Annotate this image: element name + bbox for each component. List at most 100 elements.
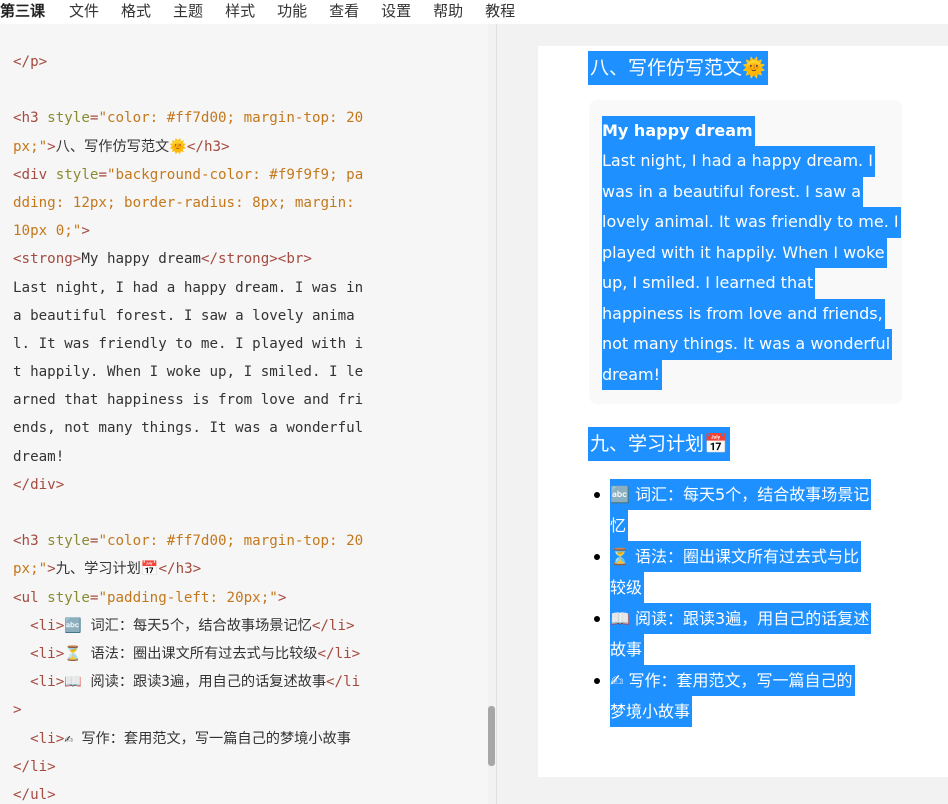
story-line: happiness is from love and friends, — [602, 298, 885, 329]
menu-settings[interactable]: 设置 — [381, 2, 411, 20]
bullet-icon — [594, 678, 600, 684]
code-line: <li>⏳ 语法：圈出课文所有过去式与比较级</li> — [13, 640, 457, 668]
code-line: <div style="background-color: #f9f9f9; p… — [13, 161, 457, 189]
code-line: dream! — [13, 443, 457, 471]
code-line: <h3 style="color: #ff7d00; margin-top: 2… — [13, 104, 457, 132]
code-token: ends, not many things. It was a wonderfu… — [13, 420, 364, 437]
code-line: </p> — [13, 48, 457, 76]
heading-plan: 九、学习计划📅 — [588, 427, 730, 461]
code-token: </p> — [13, 54, 48, 70]
code-line: Last night, I had a happy dream. I was i… — [13, 274, 457, 302]
code-line: a beautiful forest. I saw a lovely anima — [13, 302, 457, 330]
code-token: <li> — [30, 645, 65, 662]
code-token: Last night, I had a happy dream. I was i… — [13, 279, 364, 296]
bullet-icon — [594, 554, 600, 560]
menu-style[interactable]: 样式 — [225, 2, 255, 20]
menu-help[interactable]: 帮助 — [433, 2, 463, 20]
code-token: > — [47, 561, 56, 578]
code-token: <div — [13, 166, 56, 183]
code-line: px;">八、写作仿写范文🌞</h3> — [13, 133, 457, 161]
code-line: px;">九、学习计划📅</h3> — [13, 555, 457, 583]
code-token: dding: 12px; border-radius: 8px; margin: — [13, 194, 355, 211]
plan-item-text: 忆 — [610, 510, 629, 541]
code-token: > — [13, 702, 22, 719]
code-line: </div> — [13, 471, 457, 499]
code-line: </ul> — [13, 781, 457, 804]
story-line: was in a beautiful forest. I saw a — [602, 176, 864, 207]
code-token: "background-color: #f9f9f9; pa — [106, 166, 364, 183]
plan-item-text: 🔤 词汇：每天5个，结合故事场景记 — [610, 479, 872, 510]
code-token: style — [47, 533, 90, 550]
code-token: arned that happiness is from love and fr… — [13, 392, 364, 409]
code-token: <li> — [30, 617, 65, 634]
story-line: up, I smiled. I learned that — [602, 268, 816, 299]
code-token: "color: #ff7d00; margin-top: 20 — [98, 533, 364, 550]
code-token: </div> — [13, 476, 65, 493]
code-token: 🔤 词汇：每天5个，结合故事场景记忆 — [64, 617, 312, 634]
code-line: dding: 12px; border-radius: 8px; margin: — [13, 189, 457, 217]
code-token: > — [47, 138, 56, 155]
code-token: px;" — [13, 561, 48, 578]
code-area[interactable]: </p> <h3 style="color: #ff7d00; margin-to… — [13, 48, 457, 804]
code-line: <li>✍ 写作：套用范文，写一篇自己的梦境小故事 — [13, 725, 457, 753]
code-token: > — [277, 589, 287, 606]
code-token: <h3 — [13, 110, 48, 127]
plan-item-text: ⏳ 语法：圈出课文所有过去式与比 — [610, 541, 862, 572]
source-editor[interactable]: </p> <h3 style="color: #ff7d00; margin-to… — [0, 24, 488, 804]
code-token: </strong><br> — [200, 251, 312, 268]
code-token: dream! — [13, 448, 65, 465]
code-line: <li>🔤 词汇：每天5个，结合故事场景记忆</li> — [13, 612, 457, 640]
code-token: </li> — [311, 617, 355, 634]
code-line: t happily. When I woke up, I smiled. I l… — [13, 358, 457, 386]
code-token: a beautiful forest. I saw a lovely anima — [13, 307, 355, 324]
code-token: ⏳ 语法：圈出课文所有过去式与比较级 — [64, 645, 318, 662]
story-line: dream! — [602, 359, 663, 390]
menu-features[interactable]: 功能 — [277, 2, 307, 20]
code-token: t happily. When I woke up, I smiled. I l… — [13, 364, 364, 381]
document-title: 第三课 — [0, 2, 46, 20]
menu-file[interactable]: 文件 — [69, 2, 99, 20]
heading-writing: 八、写作仿写范文🌞 — [588, 51, 768, 85]
plan-item-text: 较级 — [610, 572, 645, 603]
story-line: played with it happily. When I woke — [602, 237, 887, 268]
code-token: <li> — [30, 674, 65, 691]
code-token: </h3> — [158, 561, 202, 578]
code-line: <h3 style="color: #ff7d00; margin-top: 2… — [13, 527, 457, 555]
menu-view[interactable]: 查看 — [329, 2, 359, 20]
editor-scrollbar[interactable] — [488, 24, 496, 804]
code-token: style — [47, 110, 90, 127]
code-token: 10px 0;" — [13, 223, 82, 240]
menu-theme[interactable]: 主题 — [173, 2, 203, 20]
story-title: My happy dream — [602, 116, 755, 147]
code-token: <ul — [13, 589, 48, 606]
code-token: </ul> — [13, 786, 56, 803]
code-token: 九、学习计划📅 — [55, 561, 159, 578]
code-token: "color: #ff7d00; margin-top: 20 — [98, 110, 364, 127]
code-token: <strong> — [13, 251, 82, 268]
code-token: </h3> — [186, 138, 230, 155]
code-token: px;" — [13, 138, 48, 155]
code-line: </li> — [13, 753, 457, 781]
story-line: not many things. It was a wonderful — [602, 329, 893, 360]
menu-format[interactable]: 格式 — [121, 2, 151, 20]
code-token: style — [47, 589, 90, 606]
editor-scrollbar-thumb[interactable] — [488, 706, 495, 766]
menu-tutorial[interactable]: 教程 — [485, 2, 515, 20]
code-token: style — [55, 166, 99, 183]
code-token: 八、写作仿写范文🌞 — [55, 138, 187, 155]
plan-item-text: ✍ 写作：套用范文，写一篇自己的 — [610, 665, 855, 696]
code-line: l. It was friendly to me. I played with … — [13, 330, 457, 358]
code-line: ends, not many things. It was a wonderfu… — [13, 414, 457, 442]
code-token: <h3 — [13, 533, 48, 550]
code-token: "padding-left: 20px;" — [98, 589, 278, 606]
code-line: <li>📖 阅读：跟读3遍，用自己的话复述故事</li — [13, 668, 457, 696]
story-line: lovely animal. It was friendly to me. I — [602, 207, 901, 238]
code-token: > — [81, 223, 90, 240]
plan-item-text: 故事 — [610, 634, 645, 665]
plan-item-text: 梦境小故事 — [610, 696, 693, 727]
